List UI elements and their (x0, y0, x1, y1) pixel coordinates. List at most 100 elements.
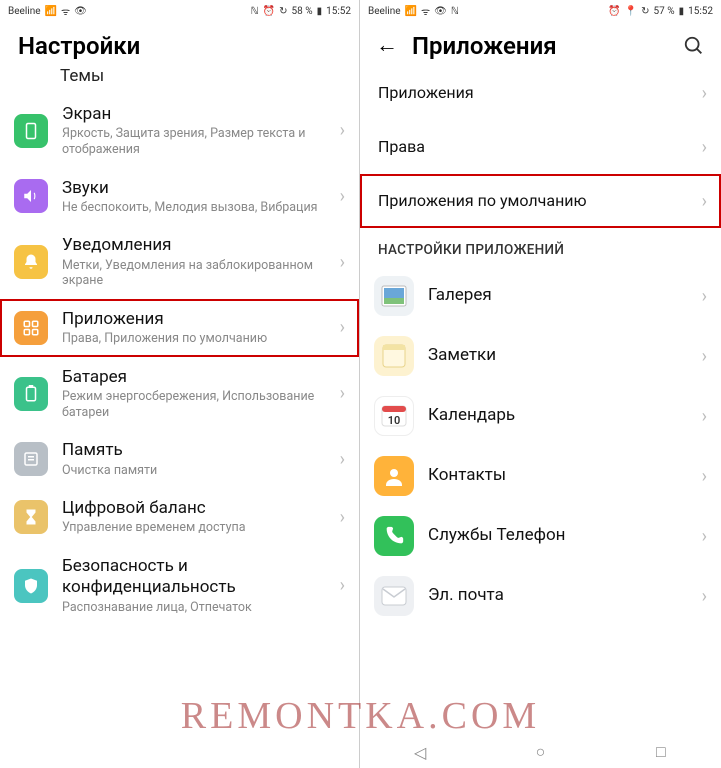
row-calendar[interactable]: 10 Календарь › (360, 386, 721, 446)
row-display[interactable]: Экран Яркость, Защита зрения, Размер тек… (0, 94, 359, 168)
row-sounds[interactable]: Звуки Не беспокоить, Мелодия вызова, Виб… (0, 168, 359, 226)
clock: 15:52 (326, 6, 351, 17)
signal-icon: 📶 (45, 6, 57, 17)
hourglass-icon (14, 500, 48, 534)
row-digital-balance[interactable]: Цифровой баланс Управление временем дост… (0, 488, 359, 546)
row-themes-partial[interactable]: Темы (0, 66, 359, 94)
wifi-icon: ᯤ (61, 4, 70, 18)
chevron-right-icon: › (340, 252, 345, 273)
search-button[interactable] (683, 35, 705, 57)
row-title: Звуки (62, 178, 334, 199)
row-default-apps[interactable]: Приложения по умолчанию › (360, 174, 721, 228)
mail-icon (374, 576, 414, 616)
row-title: Экран (62, 104, 334, 125)
phone-apps: Beeline 📶 ᯤ 👁 ℕ ⏰ 📍 ↻ 57 % ▮ 15:52 ← При… (360, 0, 721, 768)
nfc-icon: ℕ (451, 6, 459, 17)
chevron-right-icon: › (702, 83, 707, 104)
calendar-icon: 10 (374, 396, 414, 436)
battery-icon (14, 377, 48, 411)
gallery-icon (374, 276, 414, 316)
row-sub: Метки, Уведомления на заблокированном эк… (62, 258, 334, 289)
status-bar: Beeline 📶 ᯤ 👁 ℕ ⏰ 📍 ↻ 57 % ▮ 15:52 (360, 0, 721, 22)
battery-pct: 57 % (654, 6, 675, 17)
clock: 15:52 (688, 6, 713, 17)
back-button[interactable]: ← (376, 35, 398, 57)
nav-recent[interactable]: □ (651, 742, 671, 762)
apps-icon (14, 311, 48, 345)
row-sub: Яркость, Защита зрения, Размер текста и … (62, 126, 334, 157)
chevron-right-icon: › (702, 526, 707, 547)
row-sub: Очистка памяти (62, 463, 334, 479)
chevron-right-icon: › (340, 575, 345, 596)
row-title: Память (62, 440, 334, 461)
eye-icon: 👁 (74, 6, 87, 17)
chevron-right-icon: › (340, 317, 345, 338)
carrier: Beeline (368, 6, 401, 17)
chevron-right-icon: › (340, 120, 345, 141)
row-gallery[interactable]: Галерея › (360, 266, 721, 326)
settings-header: Настройки (0, 22, 359, 66)
contacts-icon (374, 456, 414, 496)
chevron-right-icon: › (702, 191, 707, 212)
settings-list: Темы Экран Яркость, Защита зрения, Разме… (0, 66, 359, 768)
display-icon (14, 114, 48, 148)
sync-icon: ↻ (279, 6, 287, 17)
row-title: Приложения (62, 309, 334, 330)
row-title: Уведомления (62, 235, 334, 256)
battery-icon: ▮ (679, 6, 685, 17)
section-header: НАСТРОЙКИ ПРИЛОЖЕНИЙ (360, 228, 721, 266)
row-apps[interactable]: Приложения Права, Приложения по умолчани… (0, 299, 359, 357)
chevron-right-icon: › (340, 186, 345, 207)
phone-settings: Beeline 📶 ᯤ 👁 ℕ ⏰ ↻ 58 % ▮ 15:52 Настрой… (0, 0, 360, 768)
nfc-icon: ℕ (251, 6, 259, 17)
chevron-right-icon: › (340, 449, 345, 470)
status-bar: Beeline 📶 ᯤ 👁 ℕ ⏰ ↻ 58 % ▮ 15:52 (0, 0, 359, 22)
carrier: Beeline (8, 6, 41, 17)
battery-icon: ▮ (317, 6, 323, 17)
signal-icon: 📶 (405, 6, 417, 17)
notes-icon (374, 336, 414, 376)
chevron-right-icon: › (702, 586, 707, 607)
row-sub: Не беспокоить, Мелодия вызова, Вибрация (62, 200, 334, 216)
chevron-right-icon: › (702, 286, 707, 307)
storage-icon (14, 442, 48, 476)
bell-icon (14, 245, 48, 279)
row-title: Приложения (378, 83, 696, 103)
row-storage[interactable]: Память Очистка памяти › (0, 430, 359, 488)
chevron-right-icon: › (340, 507, 345, 528)
row-sub: Права, Приложения по умолчанию (62, 331, 334, 347)
page-title: Настройки (18, 32, 140, 60)
row-email[interactable]: Эл. почта › (360, 566, 721, 626)
row-title: Галерея (428, 285, 696, 306)
row-phone-services[interactable]: Службы Телефон › (360, 506, 721, 566)
chevron-right-icon: › (702, 346, 707, 367)
location-icon: 📍 (625, 6, 637, 17)
row-notifications[interactable]: Уведомления Метки, Уведомления на заблок… (0, 225, 359, 299)
row-title: Батарея (62, 367, 334, 388)
row-title: Службы Телефон (428, 525, 696, 546)
row-apps-sub[interactable]: Приложения › (360, 66, 721, 120)
row-permissions[interactable]: Права › (360, 120, 721, 174)
apps-header: ← Приложения (360, 22, 721, 66)
chevron-right-icon: › (340, 383, 345, 404)
row-sub: Управление временем доступа (62, 520, 334, 536)
row-sub: Распознавание лица, Отпечаток (62, 600, 334, 616)
battery-pct: 58 % (292, 6, 313, 17)
chevron-right-icon: › (702, 406, 707, 427)
row-title: Цифровой баланс (62, 498, 334, 519)
phone-icon (374, 516, 414, 556)
nav-home[interactable]: ○ (530, 742, 550, 762)
sync-icon: ↻ (641, 6, 649, 17)
row-security[interactable]: Безопасность и конфиденциальность Распоз… (0, 546, 359, 625)
row-notes[interactable]: Заметки › (360, 326, 721, 386)
row-title: Календарь (428, 405, 696, 426)
nav-bar: ◁ ○ □ (360, 736, 721, 768)
nav-back[interactable]: ◁ (410, 743, 430, 762)
shield-icon (14, 569, 48, 603)
row-contacts[interactable]: Контакты › (360, 446, 721, 506)
row-title: Контакты (428, 465, 696, 486)
wifi-icon: ᯤ (421, 4, 430, 18)
row-battery[interactable]: Батарея Режим энергосбережения, Использо… (0, 357, 359, 431)
row-title: Права (378, 137, 696, 157)
alarm-icon: ⏰ (263, 6, 275, 17)
